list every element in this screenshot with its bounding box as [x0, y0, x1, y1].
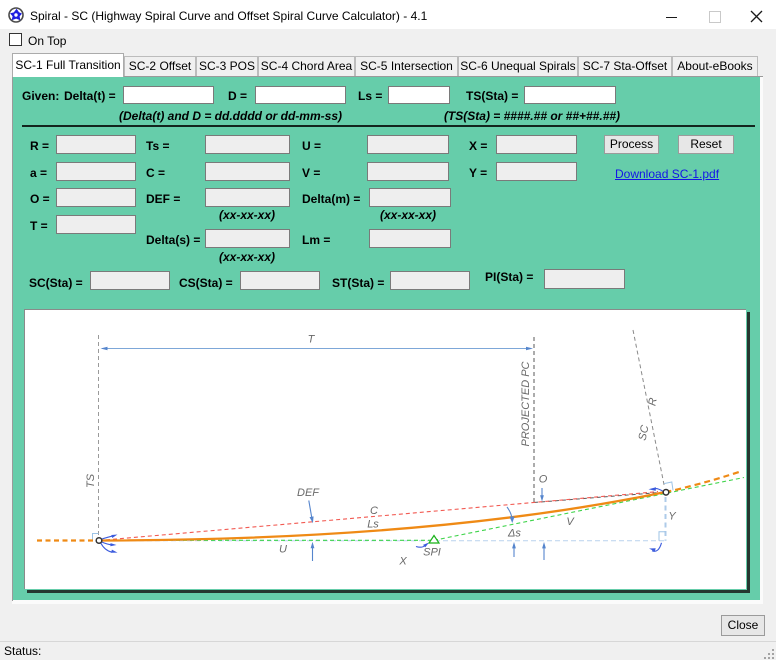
svg-text:SC: SC	[637, 424, 652, 441]
svg-text:U: U	[279, 544, 287, 556]
svg-text:Y: Y	[668, 511, 676, 523]
svg-text:PROJECTED PC: PROJECTED PC	[520, 361, 532, 446]
svg-text:Δs: Δs	[507, 528, 521, 540]
svg-text:X: X	[398, 556, 407, 568]
svg-text:Ls: Ls	[367, 519, 379, 531]
svg-text:DEF: DEF	[297, 487, 320, 499]
svg-text:C: C	[370, 505, 378, 517]
svg-text:R: R	[646, 397, 659, 407]
svg-text:TS: TS	[85, 473, 97, 488]
svg-text:SPI: SPI	[423, 547, 441, 559]
svg-text:O: O	[539, 474, 548, 486]
svg-text:T: T	[308, 334, 316, 346]
svg-text:V: V	[566, 516, 575, 528]
